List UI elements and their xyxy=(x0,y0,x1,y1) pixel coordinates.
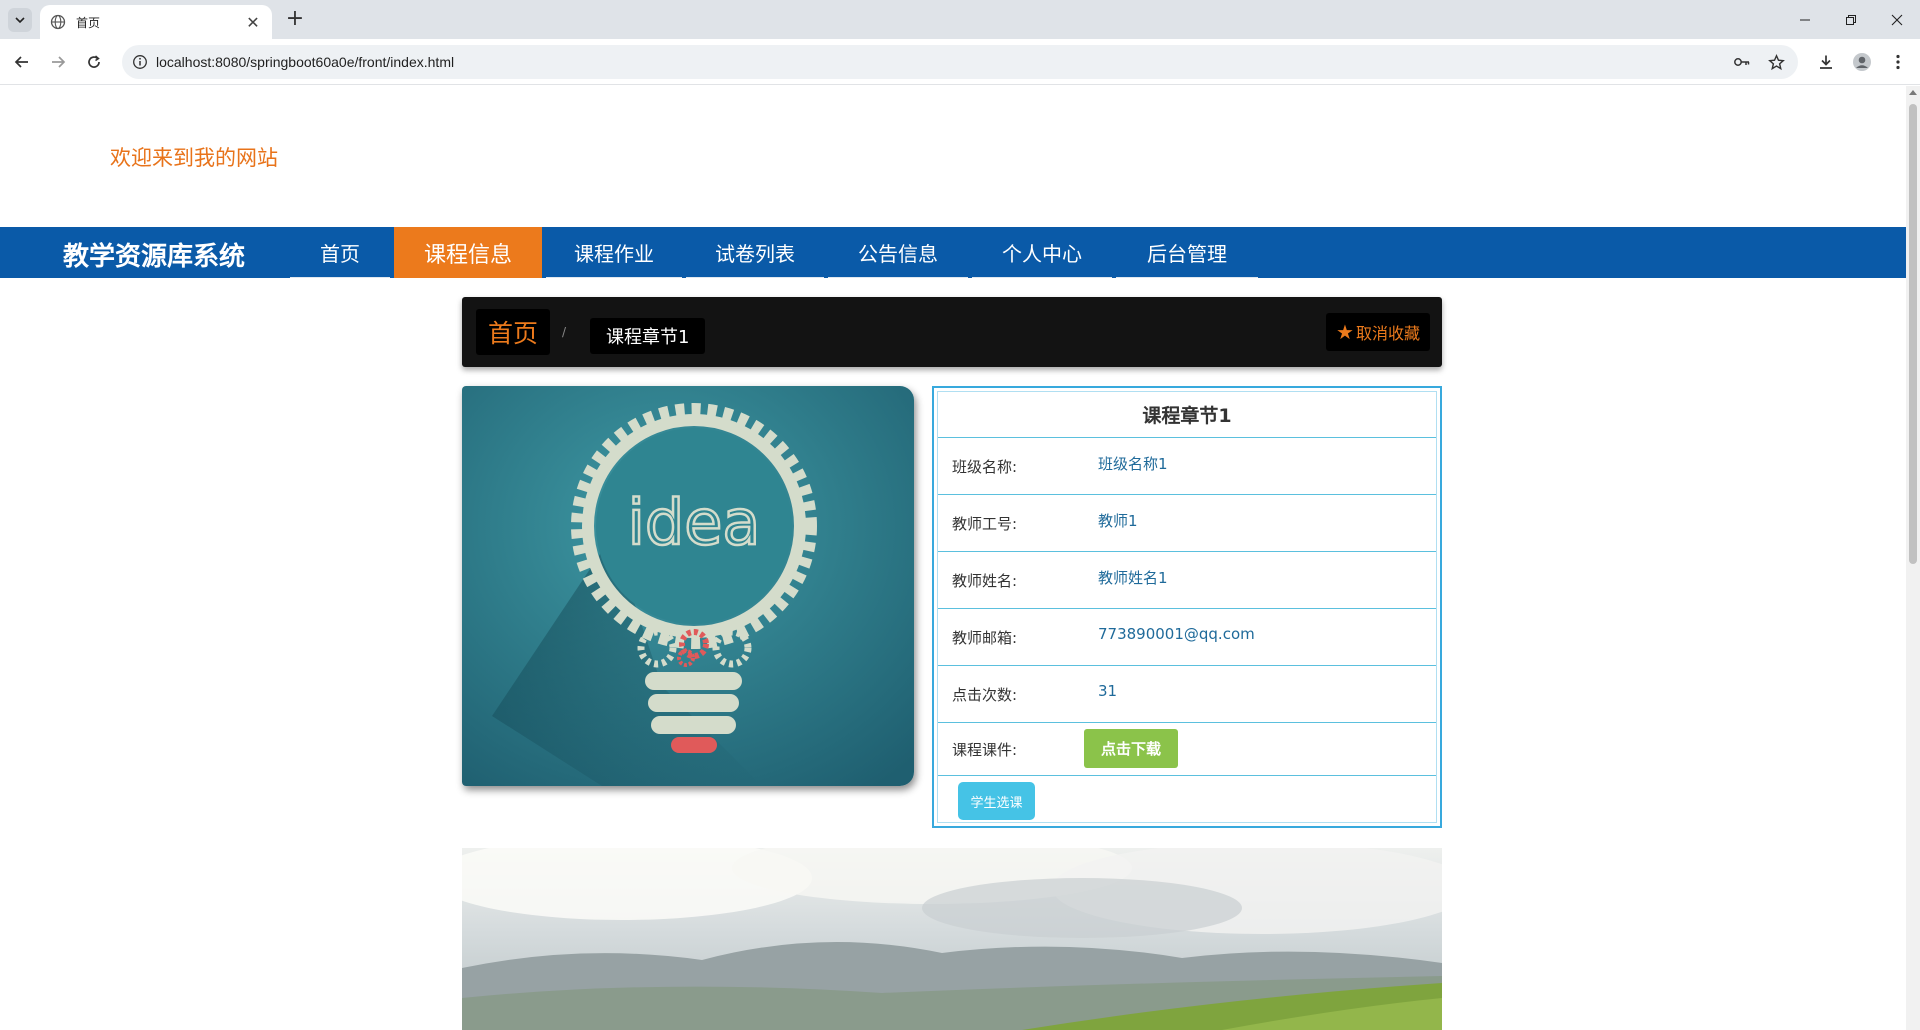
idea-text: idea xyxy=(628,486,761,559)
info-icon xyxy=(133,55,147,69)
main-navbar: 教学资源库系统 首页 课程信息 课程作业 试卷列表 公告信息 个人中心 后台管理 xyxy=(0,227,1906,278)
detail-row-courseware: 课程课件: 点击下载 xyxy=(938,723,1436,776)
page-scrollbar[interactable] xyxy=(1906,86,1920,1030)
avatar-icon xyxy=(1853,53,1871,71)
nav-item-label: 课程作业 xyxy=(574,241,654,266)
nav-item-label: 首页 xyxy=(320,241,360,266)
scrollbar-thumb[interactable] xyxy=(1909,104,1917,564)
close-window-button[interactable] xyxy=(1874,0,1920,39)
menu-button[interactable] xyxy=(1884,48,1912,76)
nav-item-label: 公告信息 xyxy=(858,241,938,266)
minimize-icon xyxy=(1800,19,1810,20)
detail-value: 班级名称1 xyxy=(1098,454,1168,473)
reload-button[interactable] xyxy=(80,48,108,76)
breadcrumb-separator: / xyxy=(562,325,567,339)
scroll-up-arrow-icon[interactable] xyxy=(1909,90,1917,95)
arrow-left-icon xyxy=(14,56,28,68)
back-button[interactable] xyxy=(8,48,36,76)
browser-toolbar: localhost:8080/springboot60a0e/front/ind… xyxy=(0,39,1920,85)
breadcrumb-home-link[interactable]: 首页 xyxy=(476,309,551,355)
detail-row-teacher-id: 教师工号: 教师1 xyxy=(938,495,1436,552)
url-text[interactable]: localhost:8080/springboot60a0e/front/ind… xyxy=(156,54,454,70)
detail-label: 点击次数: xyxy=(952,686,1018,704)
star-outline-icon xyxy=(1767,53,1785,70)
site-info-button[interactable] xyxy=(128,50,152,74)
detail-title: 课程章节1 xyxy=(938,392,1436,438)
nav-item-admin[interactable]: 后台管理 xyxy=(1116,227,1258,278)
detail-row-teacher-name: 教师姓名: 教师姓名1 xyxy=(938,552,1436,609)
landscape-banner-image xyxy=(462,848,1442,1030)
browser-tab-strip: 首页 ✕ + xyxy=(0,0,1920,39)
minimize-button[interactable] xyxy=(1782,0,1828,39)
tab-title: 首页 xyxy=(76,15,101,30)
chevron-down-icon xyxy=(15,17,25,24)
close-tab-icon[interactable]: ✕ xyxy=(244,13,262,32)
star-icon: ★ xyxy=(1336,320,1354,344)
detail-value: 31 xyxy=(1098,682,1118,700)
detail-label: 教师姓名: xyxy=(952,572,1018,590)
nav-item-course-homework[interactable]: 课程作业 xyxy=(546,227,682,278)
detail-label: 教师工号: xyxy=(952,515,1018,533)
nav-item-notices[interactable]: 公告信息 xyxy=(828,227,968,278)
unfavorite-label: 取消收藏 xyxy=(1355,324,1420,343)
detail-label: 教师邮箱: xyxy=(952,629,1018,647)
detail-row-click-count: 点击次数: 31 xyxy=(938,666,1436,723)
nav-item-label: 课程信息 xyxy=(423,242,512,268)
arrow-right-icon xyxy=(52,56,66,68)
detail-label: 班级名称: xyxy=(952,458,1018,476)
site-brand: 教学资源库系统 xyxy=(63,242,246,272)
globe-icon xyxy=(50,14,66,30)
welcome-text: 欢迎来到我的网站 xyxy=(110,146,278,170)
nav-item-exam-list[interactable]: 试卷列表 xyxy=(686,227,824,278)
forward-button[interactable] xyxy=(44,48,72,76)
tab-search-button[interactable] xyxy=(8,8,32,32)
detail-value: 773890001@qq.com xyxy=(1098,625,1255,643)
lightbulb-idea-illustration: idea xyxy=(462,386,914,786)
close-icon xyxy=(1891,14,1903,25)
profile-button[interactable] xyxy=(1848,48,1876,76)
breadcrumb: 首页 / 课程章节1 ★ 取消收藏 xyxy=(462,297,1442,367)
nav-item-label: 后台管理 xyxy=(1147,241,1227,266)
nav-item-label: 试卷列表 xyxy=(715,241,795,266)
course-detail-panel: 课程章节1 班级名称: 班级名称1 教师工号: 教师1 教师姓名: 教师姓名1 … xyxy=(932,386,1442,828)
bookmark-button[interactable] xyxy=(1764,50,1788,74)
detail-row-actions: 学生选课 xyxy=(938,776,1436,827)
student-select-course-button[interactable]: 学生选课 xyxy=(958,782,1035,820)
password-key-button[interactable] xyxy=(1730,50,1754,74)
downloads-button[interactable] xyxy=(1812,48,1840,76)
nav-item-course-info[interactable]: 课程信息 xyxy=(394,227,542,278)
detail-value: 教师1 xyxy=(1098,511,1138,530)
detail-label: 课程课件: xyxy=(952,741,1018,759)
breadcrumb-current: 课程章节1 xyxy=(590,318,706,354)
detail-value: 教师姓名1 xyxy=(1098,568,1168,587)
detail-row-teacher-email: 教师邮箱: 773890001@qq.com xyxy=(938,609,1436,666)
page-viewport: 欢迎来到我的网站 教学资源库系统 首页 课程信息 课程作业 试卷列表 公告信息 … xyxy=(0,86,1906,1030)
more-vert-icon xyxy=(1896,54,1900,70)
browser-tab-active[interactable]: 首页 ✕ xyxy=(40,5,272,39)
course-cover-image: idea xyxy=(462,386,914,786)
address-bar[interactable]: localhost:8080/springboot60a0e/front/ind… xyxy=(122,45,1798,79)
restore-button[interactable] xyxy=(1828,0,1874,39)
detail-row-class-name: 班级名称: 班级名称1 xyxy=(938,438,1436,495)
key-icon xyxy=(1734,58,1750,66)
restore-icon xyxy=(1846,14,1856,25)
new-tab-button[interactable]: + xyxy=(282,7,308,33)
mountain-landscape-picture xyxy=(462,848,1442,1030)
download-icon xyxy=(1820,55,1832,69)
nav-item-home[interactable]: 首页 xyxy=(290,227,390,278)
reload-icon xyxy=(88,55,100,68)
download-button[interactable]: 点击下载 xyxy=(1084,729,1178,768)
nav-item-personal-center[interactable]: 个人中心 xyxy=(972,227,1112,278)
course-detail-table: 课程章节1 班级名称: 班级名称1 教师工号: 教师1 教师姓名: 教师姓名1 … xyxy=(937,391,1437,823)
unfavorite-button[interactable]: ★ 取消收藏 xyxy=(1326,313,1430,351)
nav-item-label: 个人中心 xyxy=(1002,241,1082,266)
